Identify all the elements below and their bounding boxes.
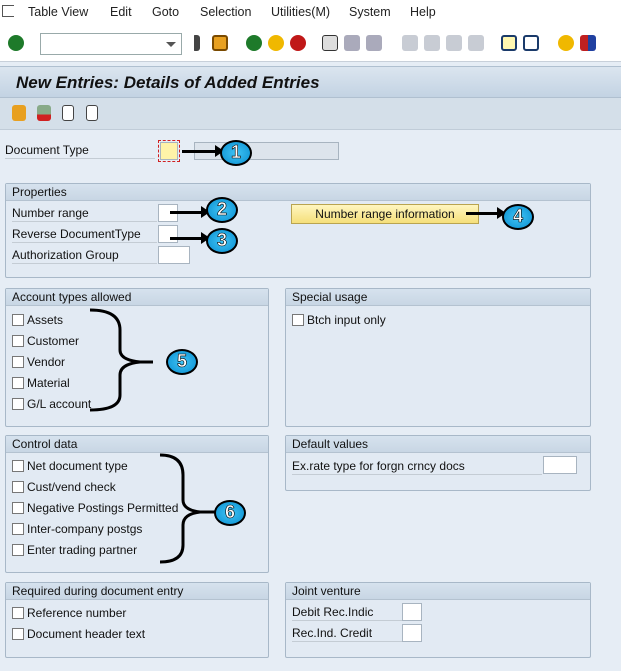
annotation-badge-4: 4 (502, 204, 534, 230)
shortcut-icon[interactable] (523, 35, 539, 51)
print-icon[interactable] (322, 35, 338, 51)
title-bar: New Entries: Details of Added Entries (0, 66, 621, 98)
checkbox[interactable] (12, 460, 24, 472)
checkbox-gl-account[interactable]: G/L account (12, 397, 91, 411)
annotation-badge-2: 2 (206, 197, 238, 223)
annotation-brace (89, 308, 153, 412)
checkbox-material[interactable]: Material (12, 376, 70, 390)
change-icon[interactable] (12, 105, 26, 121)
page-title: New Entries: Details of Added Entries (16, 73, 320, 92)
menu-help[interactable]: Help (410, 5, 436, 19)
layout-icon[interactable] (580, 35, 596, 51)
previous-page-icon[interactable] (424, 35, 440, 51)
checkbox-cust-vend-check[interactable]: Cust/vend check (12, 480, 116, 494)
cancel-icon[interactable] (290, 35, 306, 51)
menu-utilities[interactable]: Utilities(M) (271, 5, 330, 19)
checkbox[interactable] (12, 398, 24, 410)
back-icon[interactable] (246, 35, 262, 51)
group-title: Joint venture (286, 583, 590, 600)
chevron-down-icon[interactable] (166, 42, 176, 47)
last-page-icon[interactable] (468, 35, 484, 51)
next-page-icon[interactable] (446, 35, 462, 51)
checkbox-customer[interactable]: Customer (12, 334, 79, 348)
checkbox-inter-company[interactable]: Inter-company postgs (12, 522, 142, 536)
number-range-label: Number range (12, 206, 157, 222)
rec-ind-credit-label: Rec.Ind. Credit (292, 626, 402, 642)
group-title: Default values (286, 436, 590, 453)
annotation-arrow (182, 145, 224, 157)
find-icon[interactable] (344, 35, 360, 51)
checkbox[interactable] (12, 335, 24, 347)
exit-icon[interactable] (268, 35, 284, 51)
previous-entry-icon[interactable] (62, 105, 74, 121)
checkbox-document-header-text[interactable]: Document header text (12, 627, 145, 641)
delete-icon[interactable] (37, 105, 51, 121)
checkbox[interactable] (12, 628, 24, 640)
annotation-badge-6: 6 (214, 500, 246, 526)
menu-edit[interactable]: Edit (110, 5, 132, 19)
checkbox[interactable] (292, 314, 304, 326)
number-range-information-button[interactable]: Number range information (291, 204, 479, 224)
first-page-icon[interactable] (402, 35, 418, 51)
checkbox[interactable] (12, 544, 24, 556)
new-session-icon[interactable] (501, 35, 517, 51)
enter-icon[interactable] (8, 35, 24, 51)
checkbox[interactable] (12, 314, 24, 326)
group-title: Special usage (286, 289, 590, 306)
checkbox-reference-number[interactable]: Reference number (12, 606, 126, 620)
menu-icon[interactable] (2, 5, 14, 17)
help-icon[interactable] (558, 35, 574, 51)
exchange-rate-type-label: Ex.rate type for forgn crncy docs (292, 459, 542, 475)
special-usage-group: Special usage Btch input only (285, 288, 591, 427)
find-next-icon[interactable] (366, 35, 382, 51)
exchange-rate-type-input[interactable] (543, 456, 577, 474)
annotation-badge-1: 1 (220, 140, 252, 166)
checkbox-net-document-type[interactable]: Net document type (12, 459, 128, 473)
checkbox-assets[interactable]: Assets (12, 313, 63, 327)
back-arrow-icon[interactable] (192, 35, 200, 51)
annotation-arrow (466, 207, 506, 219)
group-title: Properties (6, 184, 590, 201)
reverse-document-type-input[interactable] (158, 225, 178, 243)
checkbox-batch-input-only[interactable]: Btch input only (292, 313, 386, 327)
authorization-group-label: Authorization Group (12, 248, 157, 264)
annotation-badge-5: 5 (166, 349, 198, 375)
annotation-badge-3: 3 (206, 228, 238, 254)
annotation-arrow (170, 232, 210, 244)
checkbox[interactable] (12, 356, 24, 368)
menu-goto[interactable]: Goto (152, 5, 179, 19)
save-icon[interactable] (212, 35, 228, 51)
command-field[interactable] (40, 33, 182, 55)
checkbox[interactable] (12, 607, 24, 619)
application-toolbar (0, 98, 621, 130)
checkbox[interactable] (12, 523, 24, 535)
group-title: Required during document entry (6, 583, 268, 600)
checkbox-vendor[interactable]: Vendor (12, 355, 65, 369)
menu-bar: Table View Edit Goto Selection Utilities… (0, 0, 621, 26)
menu-system[interactable]: System (349, 5, 391, 19)
rec-ind-credit-input[interactable] (402, 624, 422, 642)
debit-rec-indic-input[interactable] (402, 603, 422, 621)
document-type-input[interactable] (158, 140, 180, 162)
annotation-arrow (170, 206, 210, 218)
menu-selection[interactable]: Selection (200, 5, 251, 19)
group-title: Control data (6, 436, 268, 453)
required-entry-group: Required during document entry Reference… (5, 582, 269, 658)
authorization-group-input[interactable] (158, 246, 190, 264)
checkbox[interactable] (12, 502, 24, 514)
checkbox-negative-postings[interactable]: Negative Postings Permitted (12, 501, 178, 515)
document-type-label: Document Type (5, 143, 155, 159)
next-entry-icon[interactable] (86, 105, 98, 121)
debit-rec-indic-label: Debit Rec.Indic (292, 605, 402, 621)
menu-table-view[interactable]: Table View (28, 5, 88, 19)
checkbox-trading-partner[interactable]: Enter trading partner (12, 543, 137, 557)
checkbox[interactable] (12, 377, 24, 389)
checkbox[interactable] (12, 481, 24, 493)
reverse-document-type-label: Reverse DocumentType (12, 227, 157, 243)
group-title: Account types allowed (6, 289, 268, 306)
